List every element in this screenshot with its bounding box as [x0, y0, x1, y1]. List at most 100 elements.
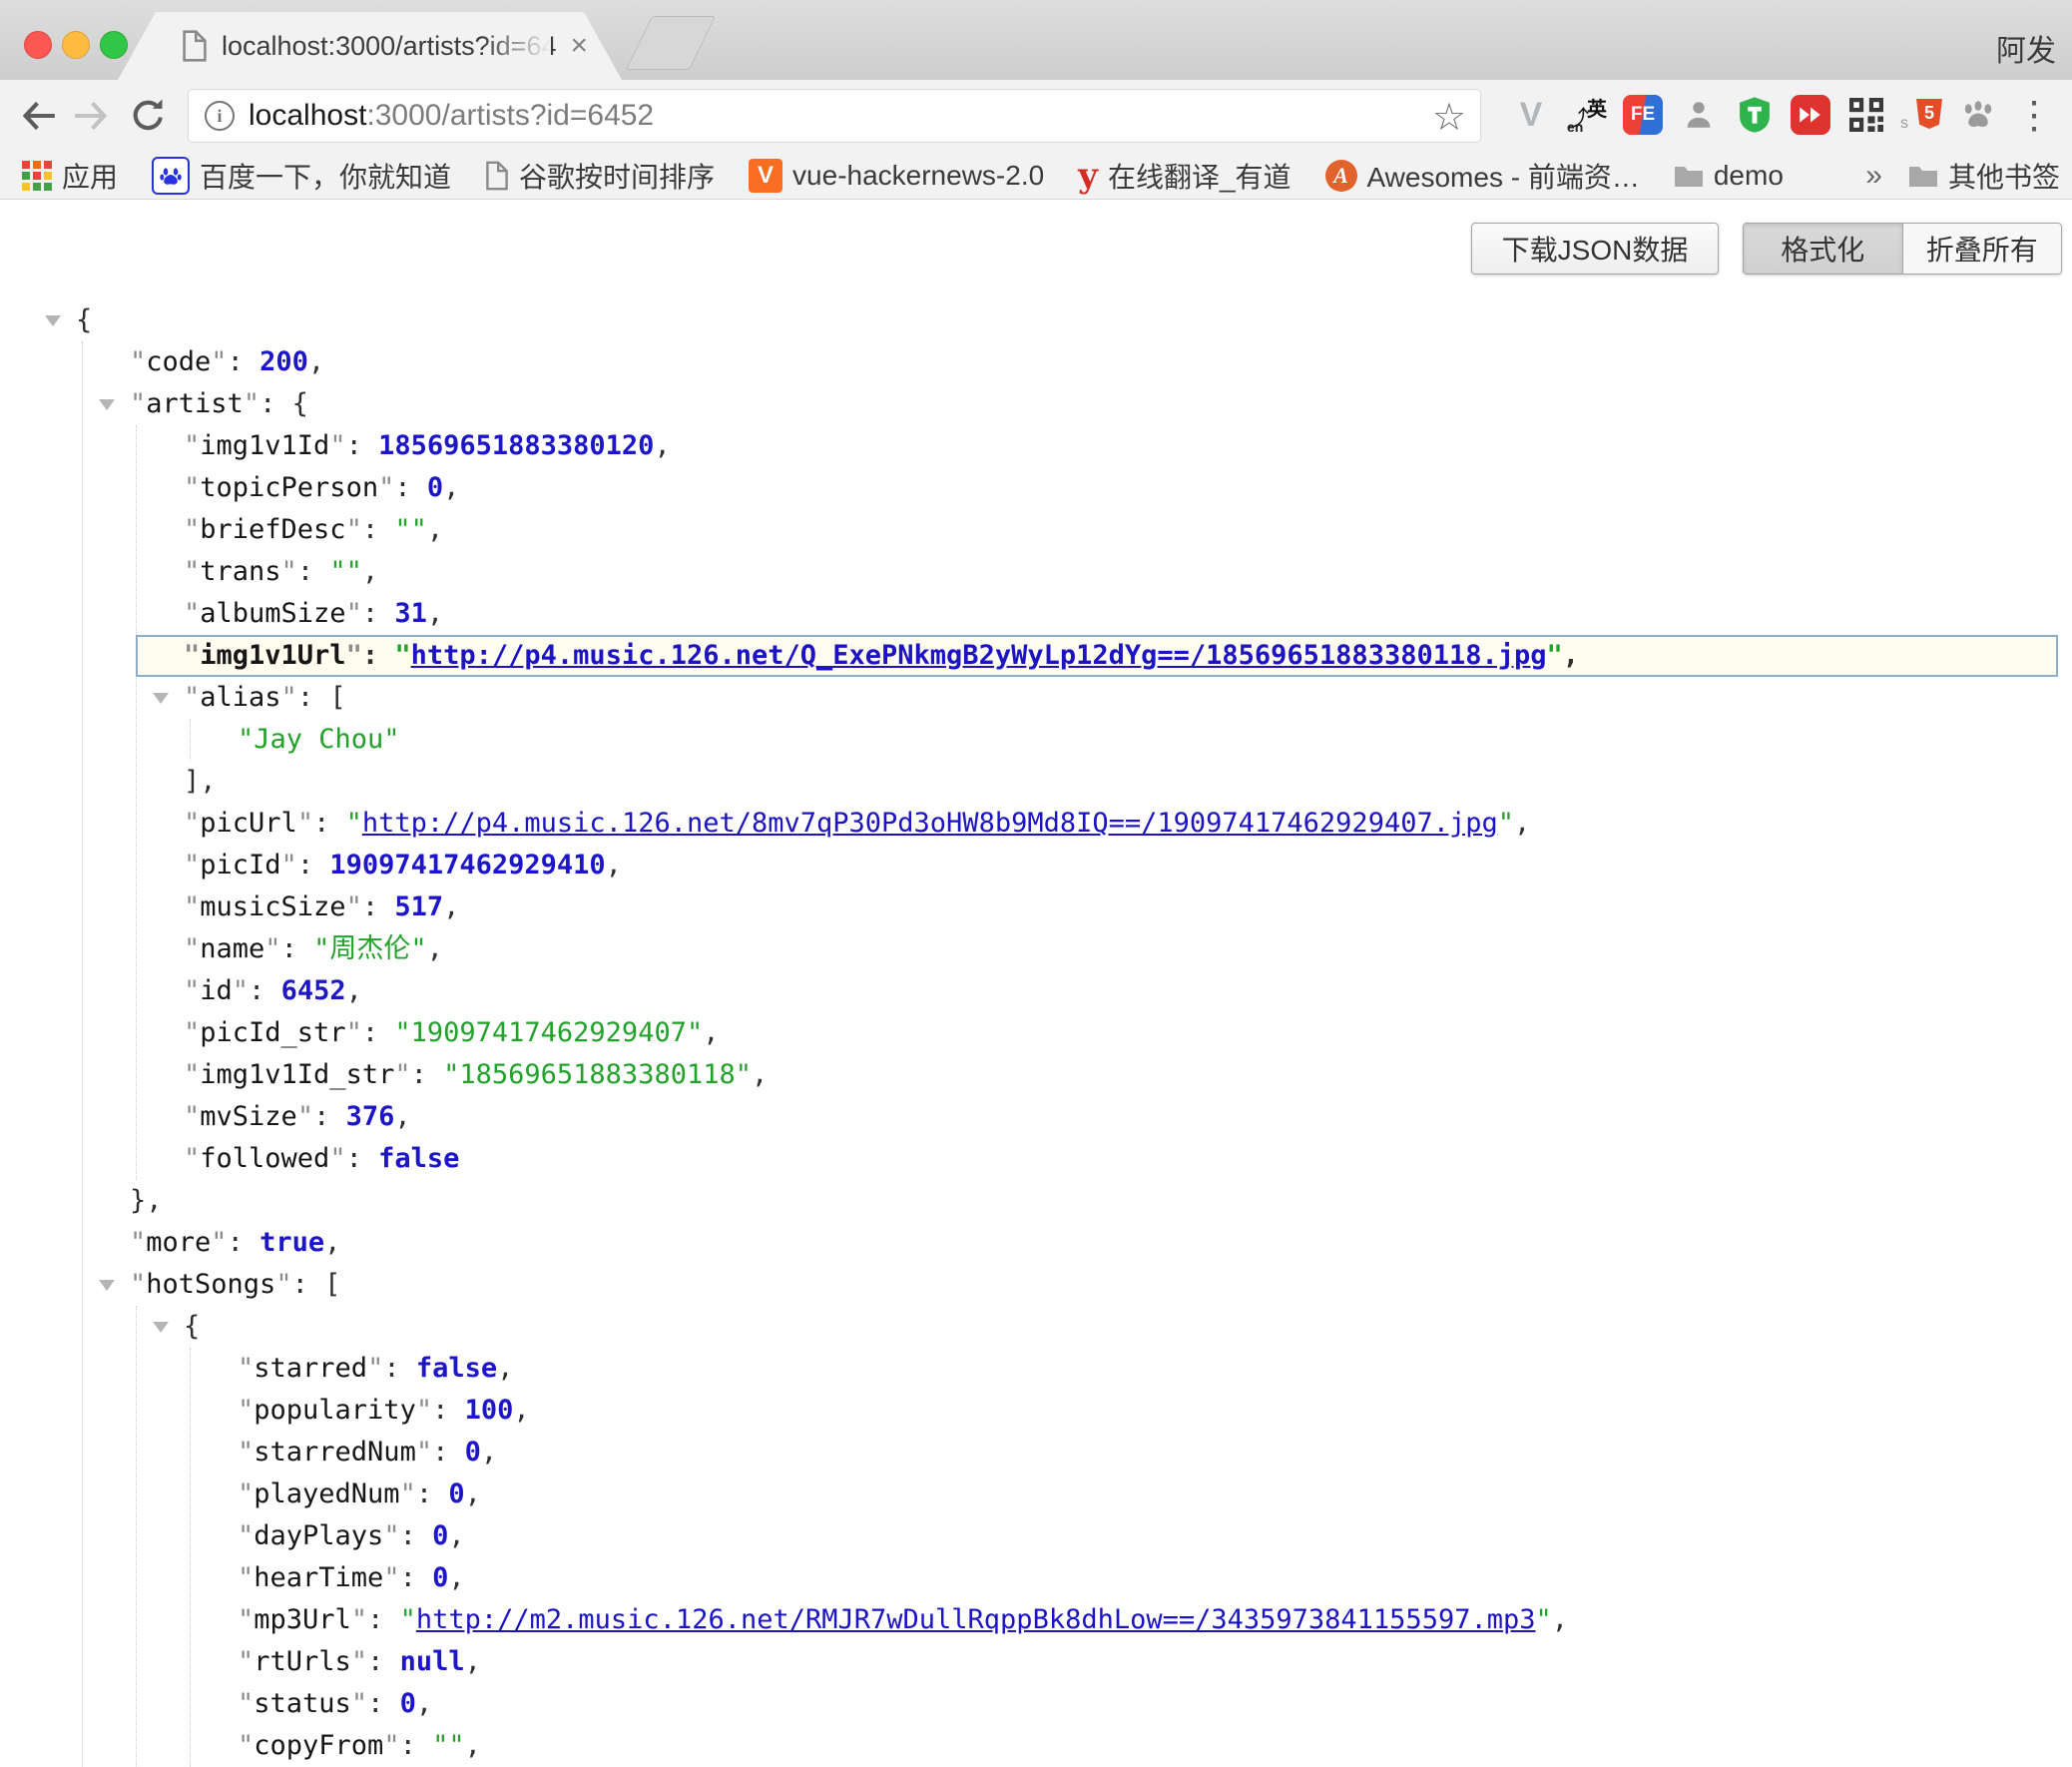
page-info-icon[interactable]: i: [205, 101, 235, 131]
view-mode-segmented-control: 格式化 折叠所有: [1743, 223, 2062, 275]
json-quote: ": [346, 1017, 362, 1048]
collapse-arrow-icon[interactable]: [99, 399, 115, 410]
other-bookmarks[interactable]: 其他书签: [1908, 156, 2060, 196]
json-comma: ,: [394, 1101, 410, 1132]
json-quote: ": [416, 1437, 432, 1468]
json-string: "周杰伦": [313, 933, 427, 964]
json-key: img1v1Id: [200, 430, 329, 461]
json-link[interactable]: http://p4.music.126.net/8mv7qP30Pd3oHW8b…: [362, 808, 1498, 839]
json-tree: {"code": 200,"artist": {"img1v1Id": 1856…: [0, 299, 2072, 1767]
json-key: playedNum: [254, 1478, 399, 1509]
json-key: artist: [146, 388, 244, 419]
json-quote: ": [1547, 640, 1563, 671]
json-link[interactable]: http://m2.music.126.net/RMJR7wDullRqppBk…: [416, 1604, 1536, 1635]
window-close-button[interactable]: [24, 31, 52, 59]
apps-grid-icon: [22, 161, 52, 191]
json-line: "status": 0,: [238, 1683, 2072, 1725]
json-colon: :: [313, 1101, 346, 1132]
translate-icon[interactable]: ⤴ 英 en: [1565, 93, 1609, 137]
download-json-button[interactable]: 下载JSON数据: [1471, 223, 1719, 275]
json-colon: :: [228, 346, 260, 377]
collapse-arrow-icon[interactable]: [99, 1280, 115, 1291]
collapse-arrow-icon[interactable]: [45, 315, 61, 326]
json-bracket: {: [184, 1311, 200, 1342]
json-line-highlighted: "img1v1Url": "http://p4.music.126.net/Q_…: [136, 635, 2058, 677]
bookmark-google-sort[interactable]: 谷歌按时间排序: [485, 156, 715, 196]
profile-name[interactable]: 阿发: [1996, 26, 2056, 70]
html5-icon[interactable]: s 5: [1900, 93, 1944, 137]
json-entry: "mp3Url": "http://m2.music.126.net/RMJR7…: [238, 1599, 2072, 1641]
shield-extension-icon[interactable]: [1733, 93, 1777, 137]
json-colon: :: [400, 1730, 433, 1761]
bookmark-awesomes[interactable]: A Awesomes - 前端资…: [1325, 156, 1640, 196]
bookmark-baidu[interactable]: 百度一下，你就知道: [152, 156, 451, 196]
forward-button[interactable]: [72, 97, 110, 135]
bookmark-youdao[interactable]: y 在线翻译_有道: [1078, 156, 1291, 196]
bookmarks-overflow-chevron[interactable]: »: [1865, 159, 1882, 193]
json-entry: "picId_str": "19097417462929407",: [184, 1012, 2072, 1054]
back-button[interactable]: [20, 97, 58, 135]
address-bar[interactable]: i localhost:3000/artists?id=6452 ☆: [188, 89, 1481, 143]
json-value: 0: [432, 1520, 448, 1551]
json-comma: ,: [465, 1646, 481, 1677]
reload-button[interactable]: [130, 97, 168, 135]
window-zoom-button[interactable]: [100, 31, 128, 59]
json-comma: ,: [465, 1730, 481, 1761]
json-key: img1v1Url: [200, 640, 345, 671]
json-line: "name": "周杰伦",: [184, 928, 2072, 970]
collapse-all-button[interactable]: 折叠所有: [1903, 224, 2062, 274]
url-text[interactable]: localhost:3000/artists?id=6452: [249, 99, 654, 133]
video-play-icon[interactable]: [1789, 93, 1832, 137]
vue-devtools-icon[interactable]: V: [1509, 93, 1553, 137]
json-quote: ": [184, 556, 200, 587]
json-key: name: [200, 933, 264, 964]
json-children: "code": 200,"artist": {"img1v1Id": 18569…: [82, 341, 2072, 1767]
json-quote: ": [184, 430, 200, 461]
json-link[interactable]: http://p4.music.126.net/Q_ExePNkmgB2yWyL…: [411, 640, 1547, 671]
json-quote: ": [238, 1478, 254, 1509]
json-string: "": [394, 514, 427, 545]
json-entry: "mvSize": 376,: [184, 1096, 2072, 1138]
collapse-arrow-icon[interactable]: [153, 693, 169, 704]
json-key: status: [254, 1688, 351, 1719]
bookmark-apps[interactable]: 应用: [22, 156, 118, 196]
json-entry: "name": "周杰伦",: [184, 928, 2072, 970]
json-value: 18569651883380120: [378, 430, 654, 461]
json-colon: :: [416, 1478, 449, 1509]
json-entry: "alias": ["Jay Chou"],: [184, 677, 2072, 803]
fehelper-icon[interactable]: FE: [1621, 93, 1665, 137]
json-quote: ": [184, 1143, 200, 1174]
json-line: "mvSize": 376,: [184, 1096, 2072, 1138]
paw-icon[interactable]: [1956, 93, 2000, 137]
browser-tab[interactable]: localhost:3000/artists?id=645 ×: [118, 12, 622, 80]
bookmark-demo-folder[interactable]: demo: [1674, 160, 1784, 192]
proxy-person-icon[interactable]: [1677, 93, 1721, 137]
json-line: "starredNum": 0,: [238, 1432, 2072, 1473]
json-line: "picUrl": "http://p4.music.126.net/8mv7q…: [184, 803, 2072, 845]
json-comma: ,: [481, 1437, 497, 1468]
json-quote: ": [378, 472, 394, 503]
json-comma: ,: [448, 1520, 464, 1551]
json-quote: ": [130, 388, 146, 419]
new-tab-button[interactable]: [626, 16, 716, 70]
json-entry: "Jay Chou": [238, 719, 2072, 761]
json-line: "hotSongs": [: [130, 1264, 2072, 1306]
collapse-arrow-icon[interactable]: [153, 1322, 169, 1333]
json-quote: ": [238, 1604, 254, 1635]
bookmark-star-icon[interactable]: ☆: [1432, 95, 1466, 140]
browser-menu-icon[interactable]: ⋮: [2012, 93, 2056, 137]
qr-code-icon[interactable]: [1844, 93, 1888, 137]
json-colon: :: [281, 933, 314, 964]
json-entry: "code": 200,: [130, 341, 2072, 383]
json-colon: :: [432, 1395, 465, 1426]
json-value: null: [400, 1646, 465, 1677]
format-button[interactable]: 格式化: [1744, 224, 1903, 274]
bookmark-vue-hackernews[interactable]: V vue-hackernews-2.0: [749, 159, 1044, 193]
json-quote: ": [383, 1730, 399, 1761]
json-line: "musicSize": 517,: [184, 886, 2072, 928]
window-minimize-button[interactable]: [62, 31, 90, 59]
json-quote: ": [346, 514, 362, 545]
json-quote: ": [130, 1227, 146, 1258]
tab-close-icon[interactable]: ×: [570, 31, 588, 61]
json-value: 19097417462929410: [329, 850, 605, 881]
